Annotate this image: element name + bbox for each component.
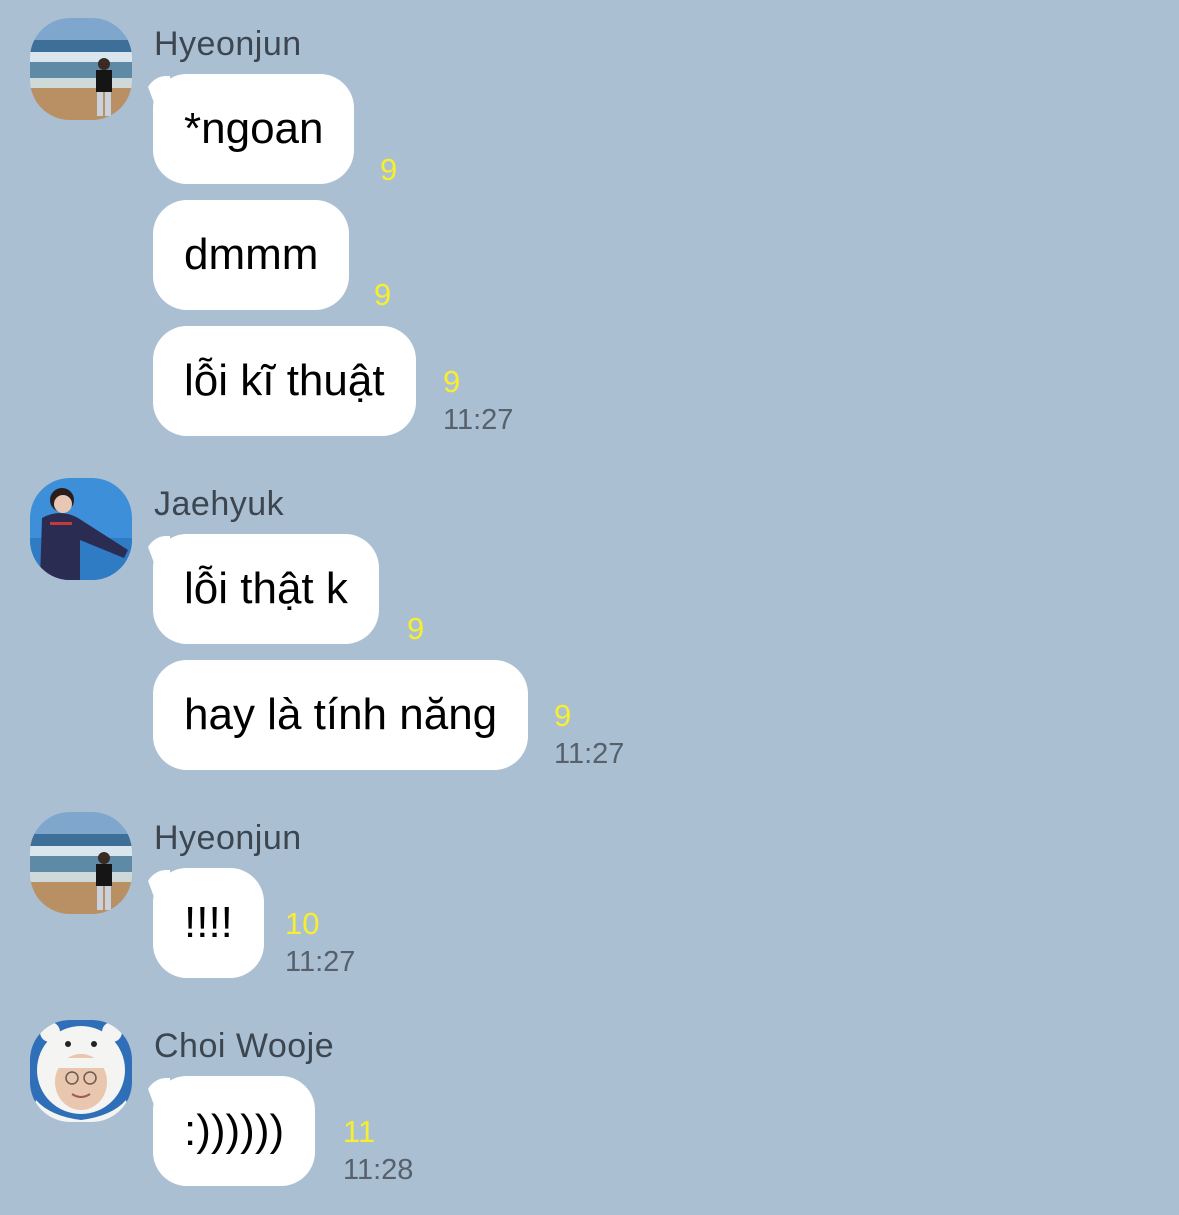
avatar-jaehyuk[interactable]	[30, 478, 132, 580]
message-bubble[interactable]: dmmm	[153, 200, 350, 310]
message-meta: 9	[374, 279, 391, 315]
unread-count: 10	[285, 906, 320, 941]
message-text: hay là tính năng	[184, 690, 498, 739]
message-text: :))))))	[184, 1106, 285, 1155]
message-bubble[interactable]: lỗi kĩ thuật	[153, 326, 416, 436]
beach-photo-avatar-icon	[30, 812, 132, 914]
avatar-choi-wooje[interactable]	[30, 1020, 132, 1122]
message-text: lỗi kĩ thuật	[184, 356, 385, 405]
message-bubble[interactable]: :))))))	[153, 1076, 316, 1186]
sender-name: Hyeonjun	[154, 25, 302, 63]
message-bubble[interactable]: *ngoan	[153, 74, 355, 184]
message-meta: 11 11:28	[343, 1116, 413, 1185]
message-bubble[interactable]: lỗi thật k	[153, 534, 379, 644]
timestamp: 11:27	[554, 738, 625, 770]
unread-count: 9	[380, 152, 398, 187]
chat-room: Hyeonjun *ngoan 9 dmmm 9 lỗi kĩ thuật 9 …	[0, 0, 1179, 1215]
message-text: *ngoan	[184, 104, 324, 153]
message-text: dmmm	[184, 230, 319, 279]
message-bubble[interactable]: !!!!	[153, 868, 264, 978]
unread-count: 9	[407, 611, 425, 646]
timestamp: 11:27	[285, 946, 356, 978]
beach-photo-avatar-icon	[30, 18, 132, 120]
sender-name: Choi Wooje	[154, 1027, 335, 1065]
unread-count: 9	[443, 364, 461, 399]
message-text: lỗi thật k	[184, 564, 348, 613]
unread-count: 11	[343, 1114, 376, 1149]
unread-count: 9	[374, 277, 392, 312]
avatar-hyeonjun[interactable]	[30, 18, 132, 120]
timestamp: 11:27	[443, 404, 514, 436]
timestamp: 11:28	[343, 1154, 414, 1186]
avatar-hyeonjun[interactable]	[30, 812, 132, 914]
message-meta: 10 11:27	[285, 908, 355, 977]
sender-name: Jaehyuk	[154, 485, 285, 523]
message-meta: 9 11:27	[554, 700, 624, 769]
message-meta: 9	[407, 613, 424, 649]
polar-bear-hood-avatar-icon	[30, 1020, 132, 1122]
message-meta: 9 11:27	[443, 366, 513, 435]
message-text: !!!!	[184, 898, 233, 947]
message-meta: 9	[380, 154, 397, 190]
person-jacket-avatar-icon	[30, 478, 132, 580]
message-bubble[interactable]: hay là tính năng	[153, 660, 529, 770]
sender-name: Hyeonjun	[154, 819, 302, 857]
unread-count: 9	[554, 698, 572, 733]
